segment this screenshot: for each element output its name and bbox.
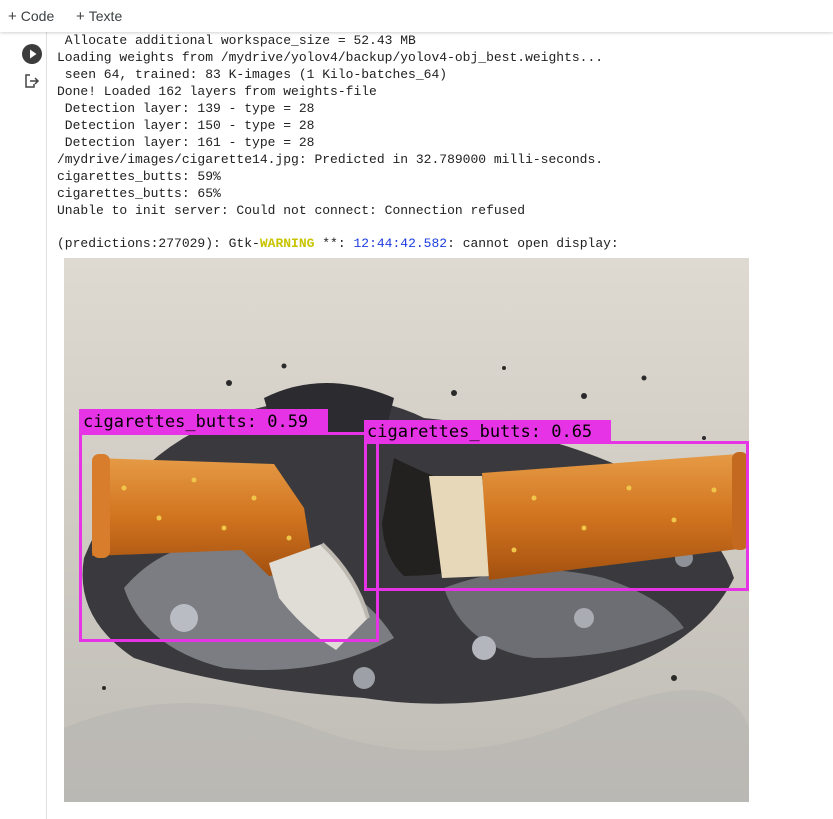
detection-label: cigarettes_butts: 0.65	[367, 422, 592, 442]
output-line: Unable to init server: Could not connect…	[57, 203, 526, 218]
output-line: Done! Loaded 162 layers from weights-fil…	[57, 84, 377, 99]
run-cell-button[interactable]	[22, 44, 42, 64]
output-line: cigarettes_butts: 65%	[57, 186, 221, 201]
plus-icon: +	[8, 8, 17, 25]
detection-label: cigarettes_butts: 0.59	[83, 412, 308, 432]
add-text-button[interactable]: + Texte	[76, 6, 122, 26]
output-line: Detection layer: 161 - type = 28	[57, 135, 315, 150]
output-line: Allocate additional workspace_size = 52.…	[57, 33, 416, 48]
gtk-warning-line: (predictions:277029): Gtk-WARNING **: 12…	[57, 235, 827, 252]
notebook-toolbar: + Code + Texte	[0, 0, 833, 32]
prediction-image: cigarettes_butts: 0.59 cigarettes_butts:…	[64, 258, 749, 802]
output-line: /mydrive/images/cigarette14.jpg: Predict…	[57, 152, 604, 167]
add-text-label: Texte	[88, 8, 123, 24]
add-code-label: Code	[20, 8, 55, 24]
warning-timestamp: 12:44:42.582	[353, 236, 448, 251]
output-line: Loading weights from /mydrive/yolov4/bac…	[57, 50, 604, 65]
output-line: seen 64, trained: 83 K-images (1 Kilo-ba…	[57, 67, 448, 82]
output-line: Detection layer: 150 - type = 28	[57, 118, 315, 133]
cell-output: Allocate additional workspace_size = 52.…	[57, 32, 827, 252]
play-icon	[30, 49, 37, 59]
output-line: cigarettes_butts: 59%	[57, 169, 221, 184]
prediction-image-canvas: cigarettes_butts: 0.59 cigarettes_butts:…	[64, 258, 749, 802]
output-redirect-icon[interactable]	[24, 73, 40, 89]
warning-middle: **:	[314, 236, 354, 251]
plus-icon: +	[76, 8, 85, 25]
add-code-button[interactable]: + Code	[8, 6, 54, 26]
warning-suffix: : cannot open display:	[447, 236, 619, 251]
warning-prefix: (predictions:277029): Gtk-	[57, 236, 260, 251]
warning-keyword: WARNING	[259, 236, 315, 251]
cell-divider	[46, 32, 47, 819]
output-line: Detection layer: 139 - type = 28	[57, 101, 315, 116]
